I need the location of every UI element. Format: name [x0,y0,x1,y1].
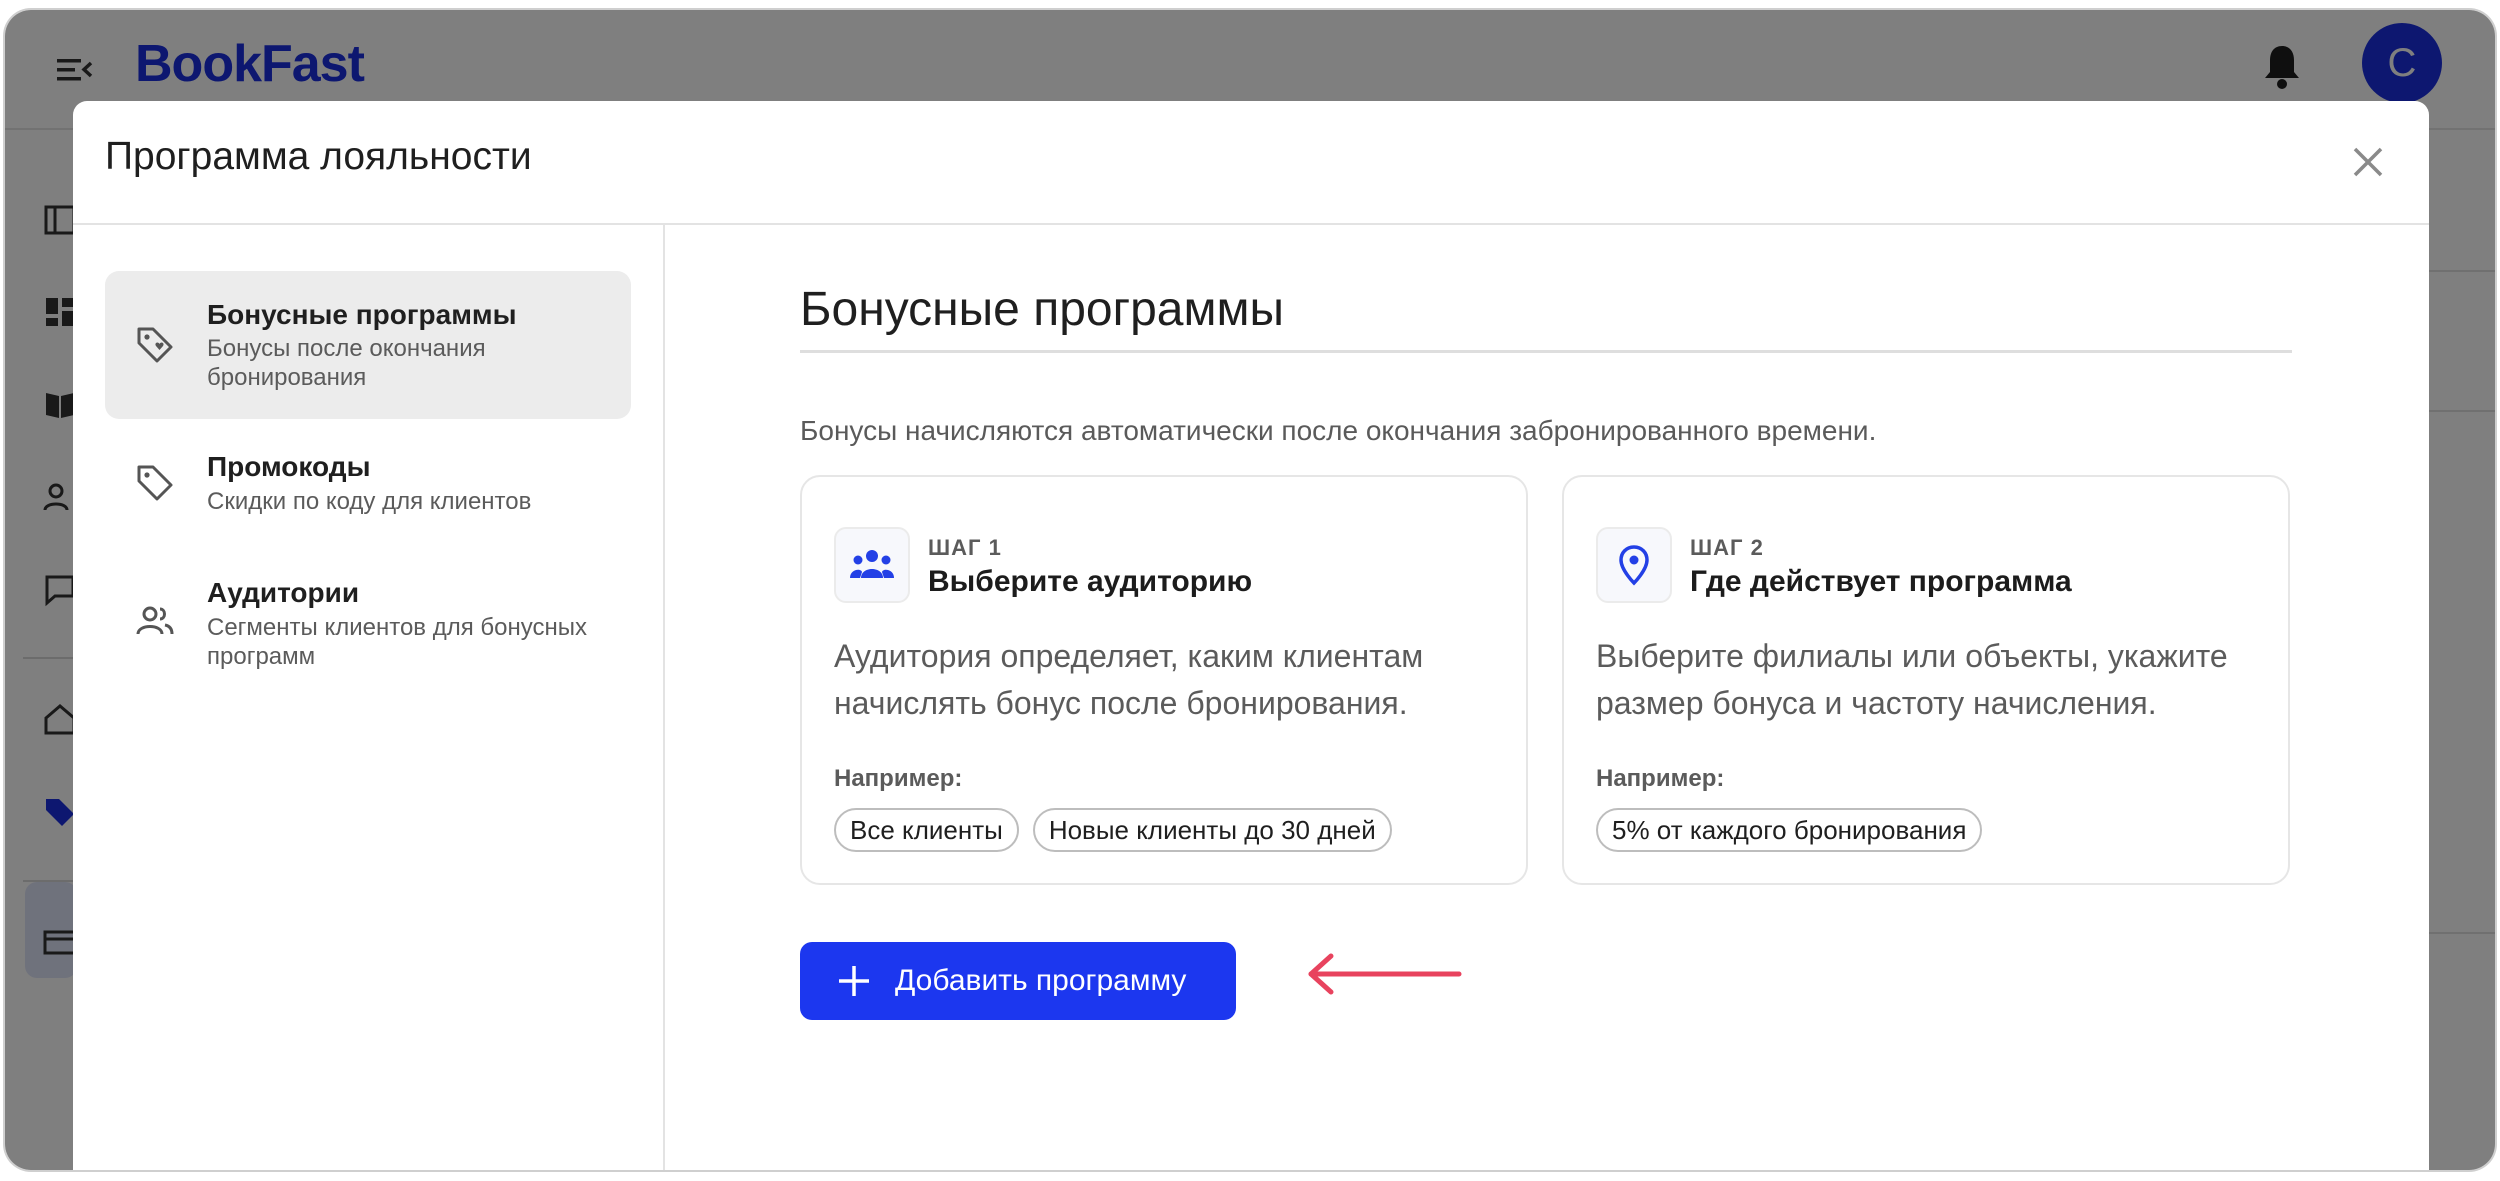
example-chip[interactable]: Все клиенты [834,808,1019,852]
step-title: Где действует программа [1690,565,2072,598]
nav-item-title: Бонусные программы [207,299,517,330]
step-description: Аудитория определяет, каким клиентам нач… [834,638,1424,721]
step-card-location: ШАГ 2 Где действует программа Выберите ф… [1562,475,2290,885]
section-description: Бонусы начисляются автоматически после о… [800,415,1877,446]
nav-item-subtitle: Бонусы после окончания бронирования [207,335,486,391]
example-label: Например: [834,765,963,792]
step-icon-box [1596,527,1672,603]
step-description: Выберите филиалы или объекты, укажите ра… [1596,638,2228,721]
nav-item-bonus-programs[interactable]: Бонусные программы Бонусы после окончани… [105,271,631,419]
nav-item-title: Аудитории [207,577,360,608]
group-icon [850,550,894,578]
example-chips: 5% от каждого бронирования [1596,808,1983,852]
step-label: ШАГ 2 [1690,535,1764,560]
example-chip[interactable]: Новые клиенты до 30 дней [1032,808,1392,852]
close-icon [2353,147,2383,177]
step-label: ШАГ 1 [928,535,1002,560]
step-card-audience: ШАГ 1 Выберите аудиторию Аудитория опред… [800,475,1528,885]
example-chips: Все клиенты Новые клиенты до 30 дней [834,808,1392,852]
modal-title: Программа лояльности [105,135,532,178]
arrow-left-icon [1308,953,1462,995]
example-label: Например: [1596,765,1725,792]
people-icon [136,606,174,635]
section-divider [800,350,2292,353]
nav-item-title: Промокоды [207,451,371,482]
nav-item-promocodes[interactable]: Промокоды Скидки по коду для клиентов [105,435,631,545]
close-button[interactable] [2345,139,2391,185]
nav-item-audiences[interactable]: Аудитории Сегменты клиентов для бонусных… [105,561,631,691]
loyalty-modal: Программа лояльности Бонусные программы … [73,101,2429,1170]
nav-item-subtitle: Скидки по коду для клиентов [207,488,532,515]
example-chip[interactable]: 5% от каждого бронирования [1596,808,1983,852]
modal-header: Программа лояльности [73,101,2429,225]
modal-content: Бонусные программы Бонусы начисляются ав… [665,225,2429,1170]
tag-heart-icon [137,327,173,363]
step-icon-box [834,527,910,603]
location-pin-icon [1619,545,1649,586]
tag-icon [137,465,173,501]
app-window: BookFast C Программа лояльности [5,10,2495,1170]
add-program-button[interactable]: Добавить программу [800,942,1236,1020]
add-program-label: Добавить программу [895,964,1187,997]
plus-icon [839,966,869,996]
modal-nav: Бонусные программы Бонусы после окончани… [73,225,665,1170]
nav-item-subtitle: Сегменты клиентов для бонусных программ [207,614,587,670]
section-title: Бонусные программы [800,283,1284,336]
step-title: Выберите аудиторию [928,565,1253,598]
